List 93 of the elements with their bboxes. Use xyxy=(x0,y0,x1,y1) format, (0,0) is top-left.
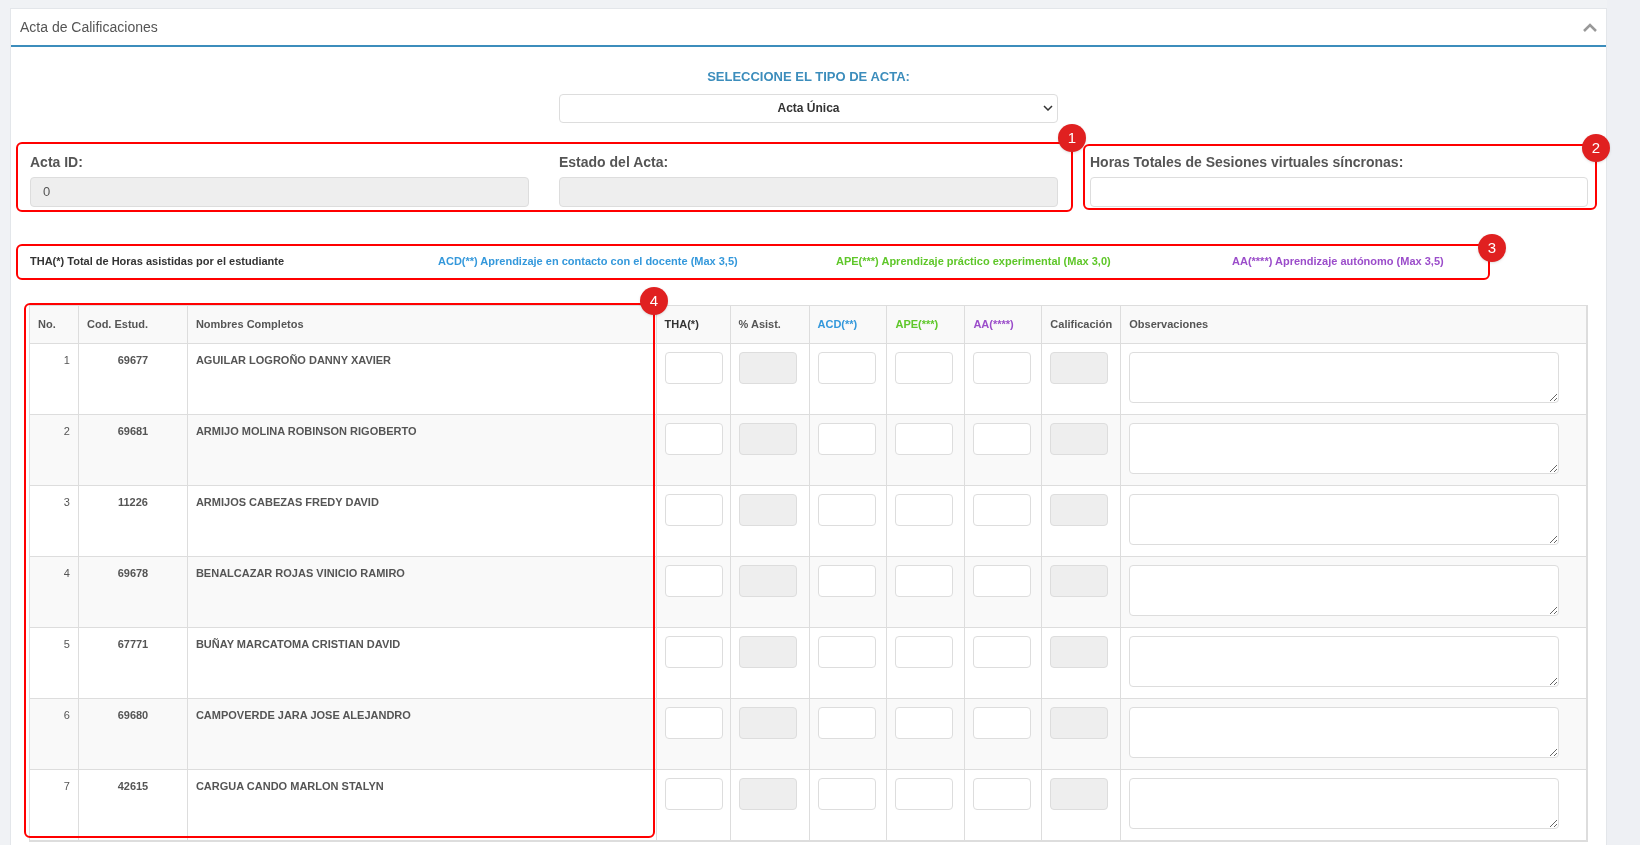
readonly-field xyxy=(738,635,797,668)
student-name: ARMIJO MOLINA ROBINSON RIGOBERTO xyxy=(195,423,418,439)
grade-input[interactable] xyxy=(895,777,954,810)
row-number: 2 xyxy=(62,423,70,439)
row-number: 5 xyxy=(62,636,70,652)
grade-input[interactable] xyxy=(817,493,876,526)
panel-title: Acta de Calificaciones xyxy=(20,17,158,37)
readonly-field xyxy=(738,422,797,455)
student-code: 11226 xyxy=(116,494,149,510)
row-number: 7 xyxy=(62,778,70,794)
readonly-field xyxy=(738,351,797,384)
grade-input[interactable] xyxy=(895,493,954,526)
column-header: AA(****) xyxy=(973,316,1014,332)
grade-input[interactable] xyxy=(664,777,723,810)
observation-field[interactable] xyxy=(1129,777,1560,829)
readonly-field xyxy=(1050,635,1109,668)
observation-field[interactable] xyxy=(1129,706,1560,758)
column-header: Calificación xyxy=(1050,316,1113,332)
readonly-field xyxy=(738,564,797,597)
grade-input[interactable] xyxy=(973,706,1032,739)
grade-input[interactable] xyxy=(973,635,1032,668)
chevron-up-icon[interactable] xyxy=(1583,22,1597,32)
grade-input[interactable] xyxy=(895,351,954,384)
field-label: Horas Totales de Sesiones virtuales síncronas: xyxy=(1090,152,1405,172)
grade-input[interactable] xyxy=(973,564,1032,597)
observation-field[interactable] xyxy=(1129,351,1560,403)
readonly-field xyxy=(738,777,797,810)
legend-item: ACD(**) Aprendizaje en contacto con el docente (Max 3,5) xyxy=(438,253,739,269)
column-header: % Asist. xyxy=(738,316,781,332)
column-header: Nombres Completos xyxy=(195,316,304,332)
readonly-field xyxy=(1050,422,1109,455)
grade-input[interactable] xyxy=(664,351,723,384)
student-name: ARMIJOS CABEZAS FREDY DAVID xyxy=(195,494,380,510)
grade-input[interactable] xyxy=(817,351,876,384)
student-code: 67771 xyxy=(116,636,150,652)
column-header: Cod. Estud. xyxy=(87,316,149,332)
readonly-field xyxy=(1050,493,1109,526)
grade-input[interactable] xyxy=(817,635,876,668)
legend-item: AA(****) Aprendizaje autónomo (Max 3,5) xyxy=(1232,253,1445,269)
observation-field[interactable] xyxy=(1129,493,1560,545)
student-code: 69681 xyxy=(116,423,150,439)
row-number: 4 xyxy=(62,565,70,581)
grade-input[interactable] xyxy=(817,777,876,810)
field-label: Estado del Acta: xyxy=(559,152,670,172)
grade-input[interactable] xyxy=(664,493,723,526)
observation-field[interactable] xyxy=(1129,635,1560,687)
grade-input[interactable] xyxy=(664,635,723,668)
grade-input[interactable] xyxy=(817,422,876,455)
student-name: CARGUA CANDO MARLON STALYN xyxy=(195,778,385,794)
student-code: 69677 xyxy=(116,352,150,368)
readonly-field xyxy=(1050,564,1109,597)
row-number: 3 xyxy=(62,494,70,510)
grade-input[interactable] xyxy=(973,493,1032,526)
grade-input[interactable] xyxy=(817,564,876,597)
student-code: 69680 xyxy=(116,707,150,723)
column-header: APE(***) xyxy=(895,316,939,332)
grade-input[interactable] xyxy=(895,564,954,597)
readonly-field xyxy=(1050,351,1109,384)
input-field[interactable] xyxy=(1090,176,1588,207)
observation-field[interactable] xyxy=(1129,564,1560,616)
student-code: 42615 xyxy=(116,778,150,794)
row-number: 6 xyxy=(62,707,70,723)
grade-input[interactable] xyxy=(895,635,954,668)
column-header: THA(*) xyxy=(664,316,699,332)
grade-input[interactable] xyxy=(973,777,1032,810)
grade-input[interactable] xyxy=(895,706,954,739)
legend-item: APE(***) Aprendizaje práctico experimental (Max 3,0) xyxy=(836,253,1112,269)
caret-icon xyxy=(1043,105,1053,111)
student-name: CAMPOVERDE JARA JOSE ALEJANDRO xyxy=(195,707,412,723)
grade-input[interactable] xyxy=(973,351,1032,384)
acta-type-select[interactable]: Acta Única xyxy=(559,93,1058,123)
acta-type-label: SELECCIONE EL TIPO DE ACTA: xyxy=(707,68,910,86)
readonly-field xyxy=(1050,706,1109,739)
student-name: BENALCAZAR ROJAS VINICIO RAMIRO xyxy=(195,565,406,581)
observation-field[interactable] xyxy=(1129,422,1560,474)
grade-input[interactable] xyxy=(817,706,876,739)
grade-input[interactable] xyxy=(664,706,723,739)
readonly-field xyxy=(738,706,797,739)
row-number: 1 xyxy=(62,352,70,368)
column-header: ACD(**) xyxy=(817,316,858,332)
student-name: AGUILAR LOGROÑO DANNY XAVIER xyxy=(195,352,393,368)
column-header: Observaciones xyxy=(1129,316,1209,332)
column-header: No. xyxy=(38,316,56,332)
grade-input[interactable] xyxy=(973,422,1032,455)
readonly-field xyxy=(1050,777,1109,810)
field-label: Acta ID: xyxy=(30,152,84,172)
legend-item: THA(*) Total de Horas asistidas por el estudiante xyxy=(30,253,286,269)
grade-input[interactable] xyxy=(664,564,723,597)
readonly-field xyxy=(738,493,797,526)
student-code: 69678 xyxy=(116,565,150,581)
grade-input[interactable] xyxy=(664,422,723,455)
grade-input[interactable] xyxy=(895,422,954,455)
student-name: BUÑAY MARCATOMA CRISTIAN DAVID xyxy=(195,636,402,652)
